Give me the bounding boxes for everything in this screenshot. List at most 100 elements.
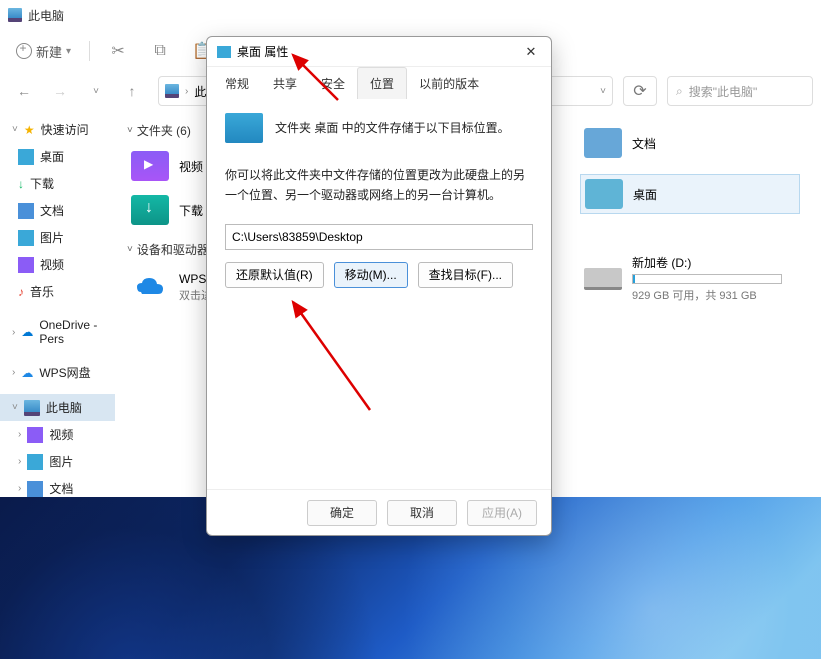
desktop-folder-icon bbox=[585, 179, 623, 209]
sidebar-item-label: 视频 bbox=[40, 256, 64, 273]
chevron-right-icon: › bbox=[18, 483, 21, 494]
up-arrow-button[interactable]: ↑ bbox=[116, 75, 148, 107]
tile-label: 下载 bbox=[179, 202, 203, 219]
tab-sharing[interactable]: 共享 bbox=[261, 68, 309, 99]
tile-drive-d[interactable]: 新加卷 (D:) 929 GB 可用，共 931 GB bbox=[580, 248, 810, 309]
documents-folder-icon bbox=[584, 128, 622, 158]
chevron-down-icon: ˅ bbox=[12, 124, 18, 135]
sidebar-item-label: 桌面 bbox=[40, 148, 64, 165]
cut-icon[interactable]: ✂ bbox=[100, 33, 136, 69]
back-button[interactable]: ← bbox=[8, 75, 40, 107]
dialog-title: 桌面 属性 bbox=[237, 43, 288, 60]
search-icon: ⌕ bbox=[676, 84, 683, 99]
section-label: 设备和驱动器 bbox=[137, 241, 209, 258]
section-label: 文件夹 (6) bbox=[137, 122, 191, 139]
star-icon: ★ bbox=[24, 123, 35, 137]
chevron-right-icon: › bbox=[18, 429, 21, 440]
thispc-icon bbox=[24, 400, 40, 416]
chevron-right-icon: › bbox=[12, 367, 15, 378]
tile-label: 新加卷 (D:) bbox=[632, 254, 782, 271]
videos-icon bbox=[18, 257, 34, 273]
tile-label: 文档 bbox=[632, 135, 656, 152]
apply-button[interactable]: 应用(A) bbox=[467, 500, 537, 526]
right-column: 文档 桌面 新加卷 (D:) 929 GB 可用，共 931 GB bbox=[580, 120, 810, 311]
sidebar-item-videos[interactable]: 视频 bbox=[0, 251, 115, 278]
sidebar-item-music[interactable]: ♪ 音乐 bbox=[0, 278, 115, 305]
sidebar-item-wps[interactable]: › ☁ WPS网盘 bbox=[0, 359, 115, 386]
chevron-down-icon: ▾ bbox=[66, 46, 71, 57]
chevron-down-icon[interactable]: ˅ bbox=[600, 86, 606, 97]
tile-desktop[interactable]: 桌面 bbox=[580, 174, 800, 214]
sidebar-item-documents[interactable]: 文档 bbox=[0, 197, 115, 224]
new-label: 新建 bbox=[36, 42, 62, 61]
properties-dialog: 桌面 属性 ✕ 常规 共享 安全 位置 以前的版本 文件夹 桌面 中的文件存储于… bbox=[206, 36, 552, 536]
tabs: 常规 共享 安全 位置 以前的版本 bbox=[207, 67, 551, 99]
wps-cloud-icon: ☁ bbox=[21, 366, 33, 380]
tile-documents[interactable]: 文档 bbox=[580, 122, 810, 164]
search-box[interactable]: ⌕ 搜索"此电脑" bbox=[667, 76, 813, 106]
cancel-button[interactable]: 取消 bbox=[387, 500, 457, 526]
refresh-button[interactable]: ⟳ bbox=[623, 76, 657, 106]
up-button[interactable]: ˅ bbox=[80, 75, 112, 107]
chevron-right-icon: › bbox=[185, 86, 188, 97]
move-button[interactable]: 移动(M)... bbox=[334, 262, 408, 288]
search-placeholder: 搜索"此电脑" bbox=[689, 83, 758, 100]
sidebar-item-label: 快速访问 bbox=[41, 121, 89, 138]
chevron-right-icon: › bbox=[18, 456, 21, 467]
sidebar-item-label: 文档 bbox=[40, 202, 64, 219]
document-icon bbox=[18, 203, 34, 219]
tab-location[interactable]: 位置 bbox=[357, 67, 407, 99]
chevron-right-icon: › bbox=[12, 327, 15, 338]
sidebar-item-thispc[interactable]: ˅此电脑 bbox=[0, 394, 115, 421]
sidebar: ˅ ★ 快速访问 桌面 ↓下载 文档 图片 视频 ♪ 音乐 › ☁ OneDrive - … bbox=[0, 110, 115, 498]
sidebar-item-onedrive[interactable]: › ☁ OneDrive - Pers bbox=[0, 313, 115, 351]
music-icon: ♪ bbox=[18, 285, 24, 299]
sidebar-item-label: 此电脑 bbox=[46, 399, 82, 416]
cloud-icon: ☁ bbox=[21, 325, 33, 339]
pictures-icon bbox=[18, 230, 34, 246]
wps-cloud-icon bbox=[131, 272, 169, 302]
desktop-folder-icon bbox=[225, 113, 263, 143]
sidebar-item-downloads[interactable]: ↓下载 bbox=[0, 170, 115, 197]
download-folder-icon bbox=[131, 195, 169, 225]
sidebar-item-quick[interactable]: ˅ ★ 快速访问 bbox=[0, 116, 115, 143]
copy-icon[interactable]: ⧉ bbox=[142, 33, 178, 69]
chevron-down-icon: ˅ bbox=[127, 125, 133, 136]
tile-label: 视频 bbox=[179, 158, 203, 175]
path-input[interactable] bbox=[225, 224, 533, 250]
window-title: 此电脑 bbox=[28, 7, 64, 24]
tab-security[interactable]: 安全 bbox=[309, 68, 357, 99]
sidebar-item-pictures[interactable]: 图片 bbox=[0, 224, 115, 251]
close-button[interactable]: ✕ bbox=[515, 38, 547, 66]
separator bbox=[89, 41, 90, 61]
new-button[interactable]: 新建 ▾ bbox=[8, 38, 79, 65]
dialog-info-text: 你可以将此文件夹中文件存储的位置更改为此硬盘上的另一个位置、另一个驱动器或网络上… bbox=[225, 165, 533, 206]
tab-general[interactable]: 常规 bbox=[213, 68, 261, 99]
sidebar-item-pictures2[interactable]: ›图片 bbox=[0, 448, 115, 475]
drive-info: 929 GB 可用，共 931 GB bbox=[632, 287, 782, 303]
sidebar-item-label: 图片 bbox=[40, 229, 64, 246]
sidebar-item-documents2[interactable]: ›文档 bbox=[0, 475, 115, 498]
desktop-icon bbox=[18, 149, 34, 165]
sidebar-item-desktop[interactable]: 桌面 bbox=[0, 143, 115, 170]
drive-icon bbox=[584, 268, 622, 290]
document-icon bbox=[27, 481, 43, 497]
sidebar-item-label: 音乐 bbox=[30, 283, 54, 300]
find-target-button[interactable]: 查找目标(F)... bbox=[418, 262, 513, 288]
dialog-body: 文件夹 桌面 中的文件存储于以下目标位置。 你可以将此文件夹中文件存储的位置更改… bbox=[207, 99, 551, 489]
sidebar-item-label: OneDrive - Pers bbox=[39, 318, 109, 346]
thispc-icon bbox=[8, 8, 22, 22]
tab-previous[interactable]: 以前的版本 bbox=[407, 68, 491, 99]
ok-button[interactable]: 确定 bbox=[307, 500, 377, 526]
download-icon: ↓ bbox=[18, 177, 24, 191]
restore-default-button[interactable]: 还原默认值(R) bbox=[225, 262, 324, 288]
dialog-header-text: 文件夹 桌面 中的文件存储于以下目标位置。 bbox=[275, 113, 510, 136]
sidebar-item-label: WPS网盘 bbox=[39, 364, 90, 381]
dialog-title-bar: 桌面 属性 ✕ bbox=[207, 37, 551, 67]
button-row: 还原默认值(R) 移动(M)... 查找目标(F)... bbox=[225, 262, 533, 288]
desktop-icon bbox=[217, 46, 231, 58]
sidebar-item-videos2[interactable]: ›视频 bbox=[0, 421, 115, 448]
plus-icon bbox=[16, 43, 32, 59]
forward-button[interactable]: → bbox=[44, 75, 76, 107]
dialog-footer: 确定 取消 应用(A) bbox=[207, 489, 551, 535]
